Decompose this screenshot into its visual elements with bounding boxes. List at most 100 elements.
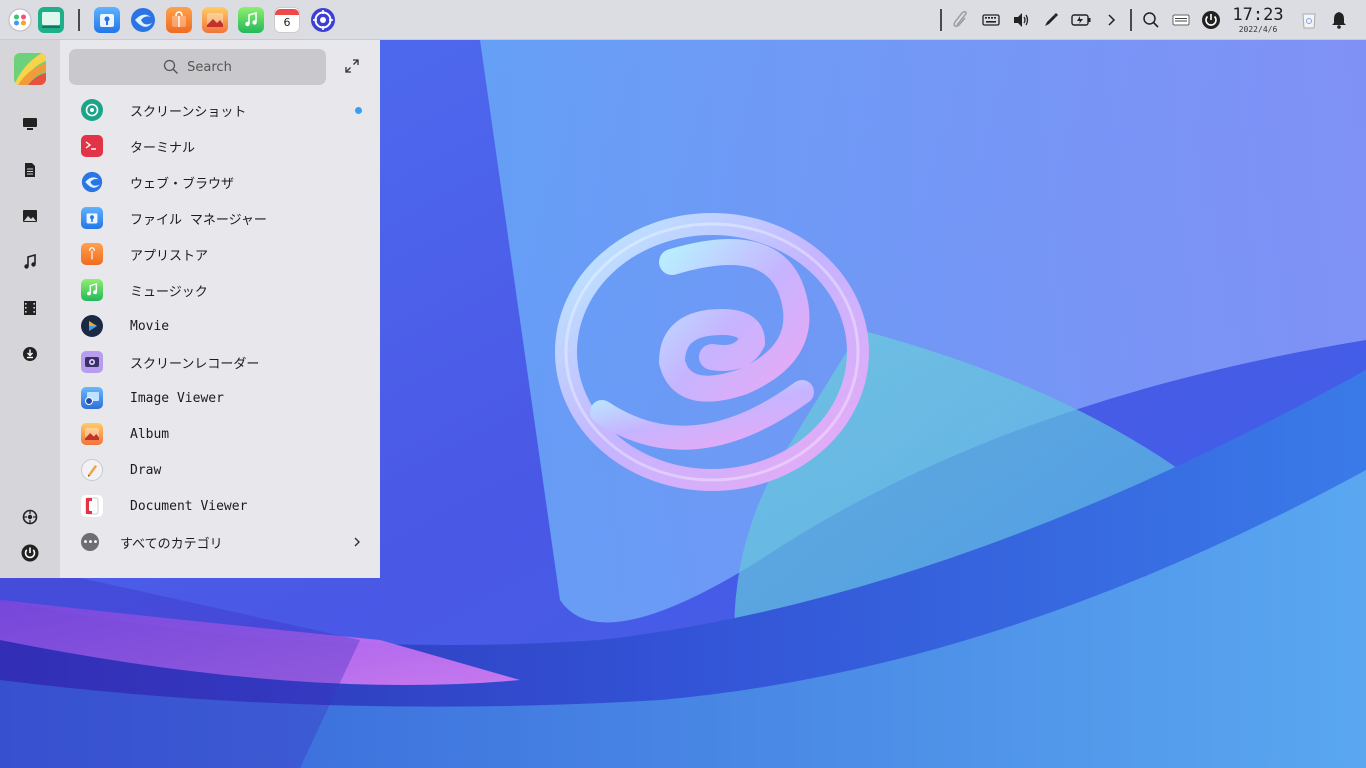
app-label: Album xyxy=(130,426,170,442)
input-method-button[interactable] xyxy=(1166,5,1196,35)
chevron-right-icon xyxy=(1108,14,1116,26)
app-label: ミュージック xyxy=(130,284,208,300)
computer-button[interactable] xyxy=(20,114,40,134)
videos-button[interactable] xyxy=(20,298,40,318)
calendar-day: 6 xyxy=(283,15,291,29)
app-item-terminal[interactable]: ターミナル xyxy=(60,128,380,164)
app-label: ウェブ・ブラウザ xyxy=(130,176,235,192)
keyboard-button[interactable] xyxy=(976,5,1006,35)
search-input[interactable]: Search xyxy=(69,49,326,85)
launcher-icon xyxy=(8,8,32,31)
app-item-app-store[interactable]: アプリストア xyxy=(60,236,380,272)
pen-icon xyxy=(1045,13,1058,26)
all-categories-button[interactable]: ••• すべてのカテゴリ xyxy=(60,524,380,560)
album-icon xyxy=(207,12,223,27)
top-panel: 6 17:23 2022/4/6 xyxy=(0,0,1366,40)
search-icon xyxy=(164,59,179,74)
music-folder-button[interactable] xyxy=(20,252,40,272)
file-manager-icon xyxy=(100,13,114,27)
shutdown-button[interactable] xyxy=(1196,5,1226,35)
music-note-icon xyxy=(24,254,36,269)
taskbar-calendar[interactable]: 6 xyxy=(274,6,300,33)
power-icon xyxy=(1202,11,1220,29)
app-store-icon xyxy=(81,243,103,265)
picture-icon xyxy=(23,210,37,222)
browser-icon xyxy=(131,7,155,32)
volume-icon xyxy=(1014,13,1029,27)
downloads-button[interactable] xyxy=(20,344,40,364)
start-menu-main: Search スクリーンショット ターミナル ウェブ・ブラウザ ファイル マネー… xyxy=(60,40,380,578)
film-icon xyxy=(24,301,36,315)
keyboard-icon xyxy=(982,14,1000,26)
tray-separator-2 xyxy=(1130,9,1132,31)
computer-icon xyxy=(23,118,37,130)
app-item-image-viewer[interactable]: Image Viewer xyxy=(60,380,380,416)
app-item-draw[interactable]: Draw xyxy=(60,452,380,488)
app-label: スクリーンショット xyxy=(130,104,247,120)
volume-button[interactable] xyxy=(1006,5,1036,35)
settings-icon xyxy=(311,7,335,32)
taskbar-browser[interactable] xyxy=(130,7,156,33)
taskbar-settings[interactable] xyxy=(310,7,336,33)
launcher-button[interactable] xyxy=(4,4,36,36)
terminal-icon xyxy=(81,135,103,157)
music-icon xyxy=(245,11,257,26)
app-item-album[interactable]: Album xyxy=(60,416,380,452)
app-item-music[interactable]: ミュージック xyxy=(60,272,380,308)
app-label: ターミナル xyxy=(130,140,196,156)
all-categories-label: すべてのカテゴリ xyxy=(120,537,223,552)
app-item-browser[interactable]: ウェブ・ブラウザ xyxy=(60,164,380,200)
app-label: アプリストア xyxy=(130,248,209,264)
clock-date: 2022/4/6 xyxy=(1238,24,1278,34)
search-placeholder: Search xyxy=(187,59,232,75)
fullscreen-toggle-button[interactable] xyxy=(342,56,362,76)
album-icon xyxy=(81,423,103,445)
search-icon xyxy=(1143,12,1159,28)
taskbar-app-store[interactable] xyxy=(166,6,192,33)
taskbar-album[interactable] xyxy=(202,6,228,33)
taskbar-music[interactable] xyxy=(238,6,264,33)
app-item-screenshot[interactable]: スクリーンショット xyxy=(60,92,380,128)
document-viewer-icon xyxy=(81,495,103,517)
app-item-file-manager[interactable]: ファイル マネージャー xyxy=(60,200,380,236)
pen-button[interactable] xyxy=(1036,5,1066,35)
trash-button[interactable] xyxy=(1294,5,1324,35)
notification-button[interactable] xyxy=(1324,5,1354,35)
show-desktop-button[interactable] xyxy=(38,6,64,33)
taskbar-file-manager[interactable] xyxy=(94,6,120,33)
download-icon xyxy=(23,347,37,361)
screenshot-icon xyxy=(81,99,103,121)
input-method-icon xyxy=(1172,14,1190,26)
start-menu-sidebar xyxy=(0,40,60,578)
app-label: Draw xyxy=(130,462,162,478)
desktop-icon xyxy=(42,11,60,28)
battery-button[interactable] xyxy=(1066,5,1096,35)
taskbar: 6 xyxy=(38,6,336,33)
app-store-icon xyxy=(172,10,186,27)
app-item-document-viewer[interactable]: Document Viewer xyxy=(60,488,380,524)
control-center-button[interactable] xyxy=(20,507,40,527)
app-list: スクリーンショット ターミナル ウェブ・ブラウザ ファイル マネージャー アプリ… xyxy=(60,92,380,524)
system-tray: 17:23 2022/4/6 xyxy=(936,0,1366,40)
browser-icon xyxy=(81,171,103,193)
tray-expand-button[interactable] xyxy=(1096,5,1126,35)
music-icon xyxy=(81,279,103,301)
draw-icon xyxy=(81,459,103,481)
app-label: ファイル マネージャー xyxy=(130,212,267,228)
power-icon xyxy=(21,544,39,562)
pictures-button[interactable] xyxy=(20,206,40,226)
documents-button[interactable] xyxy=(20,160,40,180)
search-button[interactable] xyxy=(1136,5,1166,35)
power-button[interactable] xyxy=(20,543,40,563)
app-item-movie[interactable]: Movie xyxy=(60,308,380,344)
clock[interactable]: 17:23 2022/4/6 xyxy=(1230,6,1286,34)
app-label: Movie xyxy=(130,318,170,334)
document-icon xyxy=(25,163,35,177)
user-avatar[interactable] xyxy=(14,53,46,85)
app-label: Image Viewer xyxy=(130,390,224,406)
screen-recorder-icon xyxy=(81,351,103,373)
new-app-indicator xyxy=(355,107,362,114)
taskbar-separator xyxy=(78,8,80,31)
clipboard-button[interactable] xyxy=(946,5,976,35)
app-item-screen-recorder[interactable]: スクリーンレコーダー xyxy=(60,344,380,380)
